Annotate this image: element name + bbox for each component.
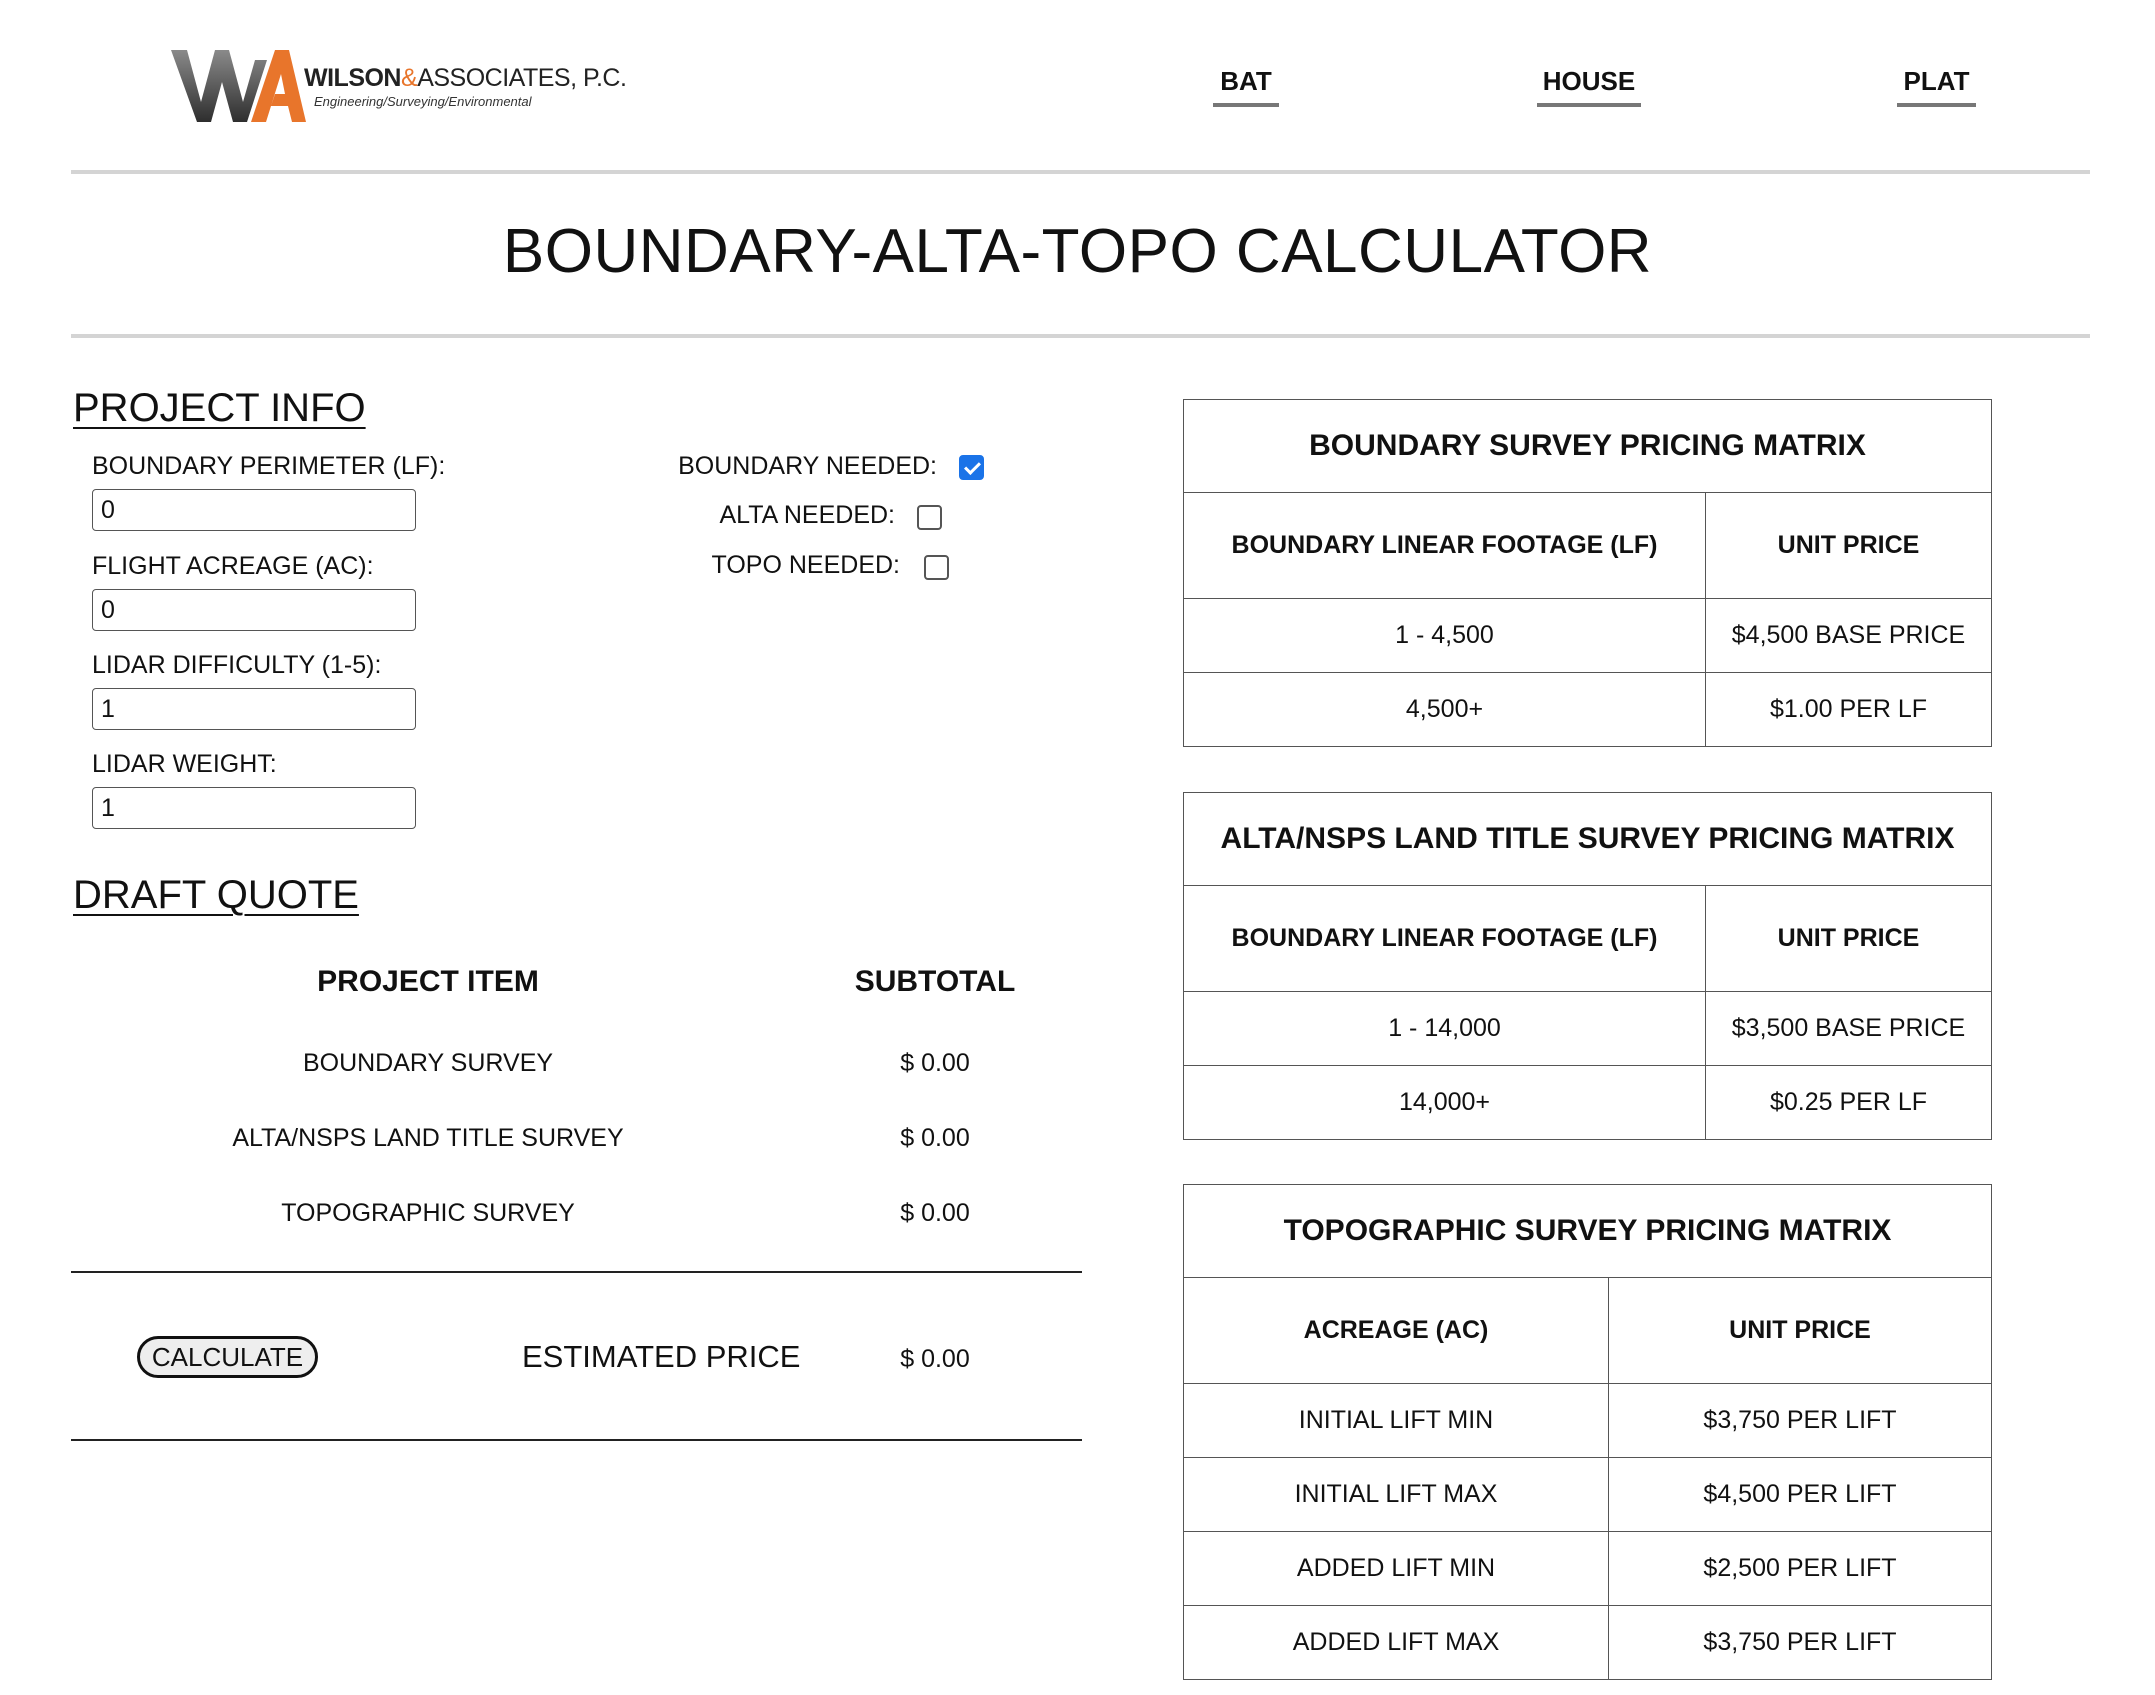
quote-subtotal-topo: $ 0.00 (900, 1199, 970, 1227)
nav-link-plat[interactable]: PLAT (1897, 66, 1976, 107)
matrix-row: 1 - 14,000 $3,500 BASE PRICE (1183, 991, 1992, 1066)
project-info-heading: PROJECT INFO (73, 386, 366, 430)
logo-company-name: WILSON&ASSOCIATES, P.C. (304, 64, 627, 92)
alta-pricing-matrix: ALTA/NSPS LAND TITLE SURVEY PRICING MATR… (1183, 792, 1992, 1140)
matrix-cell-price: $3,750 PER LIFT (1608, 1383, 1992, 1458)
matrix-title: BOUNDARY SURVEY PRICING MATRIX (1183, 399, 1992, 493)
matrix-col-unit-price: UNIT PRICE (1705, 492, 1992, 599)
estimated-price-value: $ 0.00 (900, 1345, 970, 1373)
matrix-cell-price: $4,500 PER LIFT (1608, 1457, 1992, 1532)
draft-quote-heading: DRAFT QUOTE (73, 873, 359, 917)
matrix-cell-price: $3,750 PER LIFT (1608, 1605, 1992, 1680)
quote-total-divider-top (71, 1271, 1082, 1273)
boundary-perimeter-input[interactable] (92, 489, 416, 531)
matrix-cell-range: ADDED LIFT MAX (1183, 1605, 1609, 1680)
quote-subtotal-boundary: $ 0.00 (900, 1049, 970, 1077)
alta-needed-label: ALTA NEEDED: (719, 501, 895, 529)
boundary-perimeter-label: BOUNDARY PERIMETER (LF): (92, 452, 446, 480)
wa-logo-mark-icon (171, 50, 306, 122)
quote-item-alta: ALTA/NSPS LAND TITLE SURVEY (232, 1124, 624, 1152)
header-divider (71, 170, 2090, 174)
matrix-row: 1 - 4,500 $4,500 BASE PRICE (1183, 598, 1992, 673)
subtotal-column-header: SUBTOTAL (854, 965, 1016, 998)
page-title: BOUNDARY-ALTA-TOPO CALCULATOR (502, 217, 1653, 286)
matrix-cell-range: INITIAL LIFT MIN (1183, 1383, 1609, 1458)
matrix-col-unit-price: UNIT PRICE (1608, 1277, 1992, 1384)
boundary-pricing-matrix: BOUNDARY SURVEY PRICING MATRIX BOUNDARY … (1183, 399, 1992, 747)
lidar-weight-input[interactable] (92, 787, 416, 829)
flight-acreage-input[interactable] (92, 589, 416, 631)
calculate-button[interactable]: CALCULATE (137, 1336, 318, 1378)
matrix-col-unit-price: UNIT PRICE (1705, 885, 1992, 992)
boundary-needed-checkbox[interactable] (959, 455, 984, 480)
quote-item-topo: TOPOGRAPHIC SURVEY (281, 1199, 575, 1227)
matrix-cell-range: 1 - 4,500 (1183, 598, 1706, 673)
matrix-cell-price: $0.25 PER LF (1705, 1065, 1992, 1140)
matrix-cell-price: $1.00 PER LF (1705, 672, 1992, 747)
topo-needed-checkbox[interactable] (924, 555, 949, 580)
matrix-row: ADDED LIFT MAX $3,750 PER LIFT (1183, 1605, 1992, 1680)
logo-tagline: Engineering/Surveying/Environmental (314, 94, 532, 109)
lidar-weight-label: LIDAR WEIGHT: (92, 750, 277, 778)
alta-needed-checkbox[interactable] (917, 505, 942, 530)
company-logo[interactable]: WILSON&ASSOCIATES, P.C. Engineering/Surv… (171, 46, 627, 124)
quote-item-boundary: BOUNDARY SURVEY (302, 1049, 554, 1077)
matrix-cell-range: 14,000+ (1183, 1065, 1706, 1140)
quote-total-divider-bottom (71, 1439, 1082, 1441)
quote-subtotal-alta: $ 0.00 (900, 1124, 970, 1152)
nav-link-house[interactable]: HOUSE (1537, 66, 1641, 107)
matrix-row: 14,000+ $0.25 PER LF (1183, 1065, 1992, 1140)
matrix-col-footage: BOUNDARY LINEAR FOOTAGE (LF) (1183, 885, 1706, 992)
topo-pricing-matrix: TOPOGRAPHIC SURVEY PRICING MATRIX ACREAG… (1183, 1184, 1992, 1680)
topo-needed-label: TOPO NEEDED: (711, 551, 900, 579)
matrix-row: INITIAL LIFT MAX $4,500 PER LIFT (1183, 1457, 1992, 1532)
title-divider (71, 334, 2090, 338)
matrix-row: INITIAL LIFT MIN $3,750 PER LIFT (1183, 1383, 1992, 1458)
lidar-difficulty-label: LIDAR DIFFICULTY (1-5): (92, 651, 382, 679)
matrix-cell-range: 4,500+ (1183, 672, 1706, 747)
matrix-title: ALTA/NSPS LAND TITLE SURVEY PRICING MATR… (1183, 792, 1992, 886)
matrix-row: 4,500+ $1.00 PER LF (1183, 672, 1992, 747)
estimated-price-label: ESTIMATED PRICE (522, 1339, 801, 1374)
matrix-cell-range: 1 - 14,000 (1183, 991, 1706, 1066)
matrix-cell-range: ADDED LIFT MIN (1183, 1531, 1609, 1606)
project-item-column-header: PROJECT ITEM (317, 965, 539, 998)
lidar-difficulty-input[interactable] (92, 688, 416, 730)
matrix-cell-price: $4,500 BASE PRICE (1705, 598, 1992, 673)
matrix-title: TOPOGRAPHIC SURVEY PRICING MATRIX (1183, 1184, 1992, 1278)
matrix-row: ADDED LIFT MIN $2,500 PER LIFT (1183, 1531, 1992, 1606)
matrix-col-acreage: ACREAGE (AC) (1183, 1277, 1609, 1384)
matrix-col-footage: BOUNDARY LINEAR FOOTAGE (LF) (1183, 492, 1706, 599)
flight-acreage-label: FLIGHT ACREAGE (AC): (92, 552, 374, 580)
boundary-needed-label: BOUNDARY NEEDED: (678, 452, 937, 480)
matrix-cell-range: INITIAL LIFT MAX (1183, 1457, 1609, 1532)
matrix-cell-price: $2,500 PER LIFT (1608, 1531, 1992, 1606)
nav-link-bat[interactable]: BAT (1213, 66, 1279, 107)
matrix-cell-price: $3,500 BASE PRICE (1705, 991, 1992, 1066)
